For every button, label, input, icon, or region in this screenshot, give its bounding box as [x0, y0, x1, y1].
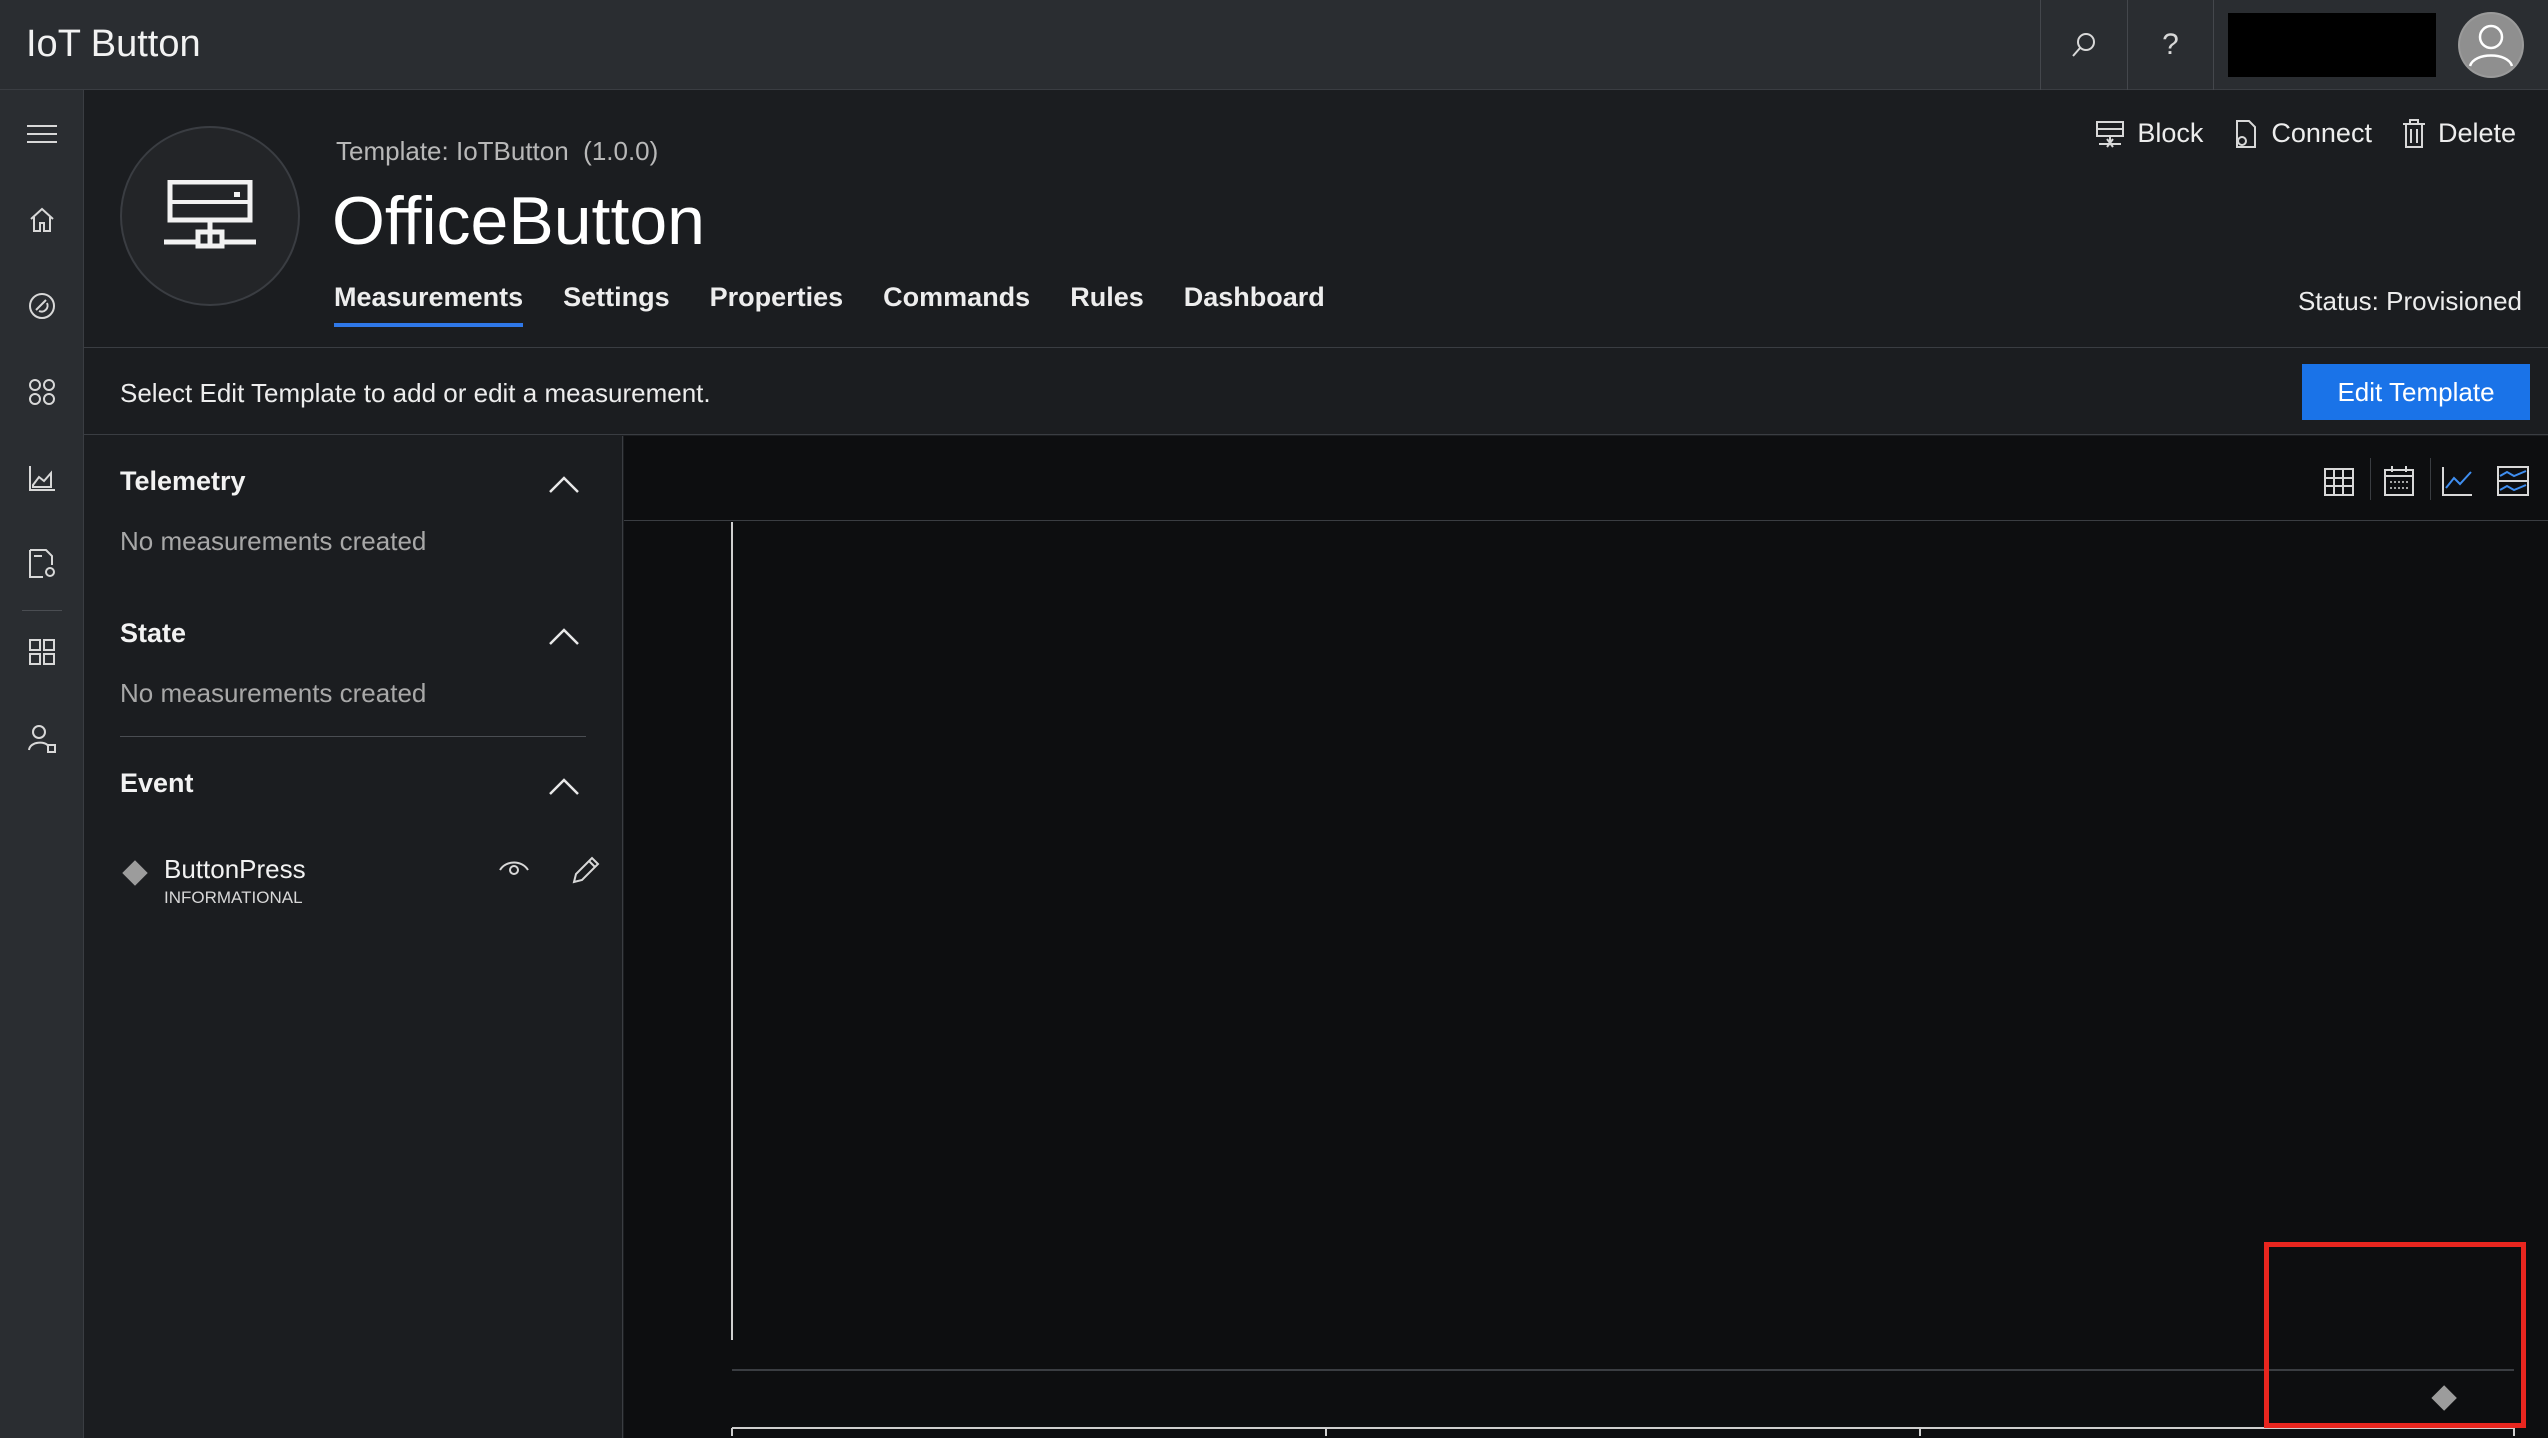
left-nav	[0, 90, 84, 1438]
event-severity: INFORMATIONAL	[164, 888, 303, 907]
info-message: Select Edit Template to add or edit a me…	[120, 378, 711, 408]
x-axis-ticks: 11:03:12 AM11:06:36 AM11:10:00 AM11:13:2…	[731, 1428, 2515, 1436]
avatar[interactable]	[2458, 11, 2524, 78]
event-marker-icon	[122, 860, 148, 886]
status-text: Status: Provisioned	[2298, 286, 2522, 317]
device-image	[120, 126, 300, 306]
tab-dashboard[interactable]: Dashboard	[1184, 282, 1325, 327]
chart-area: 11:03:12 AM11:06:36 AM11:10:00 AM11:13:2…	[624, 436, 2548, 1438]
list-item[interactable]: ButtonPress INFORMATIONAL	[120, 854, 600, 914]
block-icon	[2096, 120, 2125, 148]
block-button[interactable]: Block	[2095, 118, 2203, 149]
device-sets-icon[interactable]	[22, 372, 62, 412]
tab-measurements[interactable]: Measurements	[334, 282, 524, 327]
top-bar: IoT Button ?	[0, 0, 2548, 90]
redacted-account-area	[2228, 12, 2436, 77]
calendar-icon[interactable]	[2382, 464, 2416, 498]
trash-icon	[2402, 118, 2425, 148]
connect-icon	[2236, 119, 2257, 148]
menu-icon[interactable]	[22, 114, 62, 154]
device-icon	[164, 180, 256, 249]
chart-toolbar	[624, 436, 2548, 521]
section-divider	[120, 736, 586, 737]
device-actions: Block Connect Delete	[2065, 118, 2516, 149]
chevron-up-icon[interactable]	[544, 470, 584, 498]
state-section-title[interactable]: State	[120, 618, 186, 649]
info-bar: Select Edit Template to add or edit a me…	[84, 348, 2548, 435]
connect-button[interactable]: Connect	[2233, 118, 2372, 149]
jobs-icon[interactable]	[22, 544, 62, 584]
state-empty-text: No measurements created	[120, 678, 427, 708]
home-icon[interactable]	[22, 200, 62, 240]
connect-label: Connect	[2271, 118, 2372, 148]
pencil-icon[interactable]	[570, 854, 602, 886]
event-section-title[interactable]: Event	[120, 768, 194, 799]
status-label: Status:	[2297, 286, 2379, 316]
app-builder-icon[interactable]	[22, 632, 62, 672]
tab-commands[interactable]: Commands	[883, 282, 1030, 327]
line-chart-icon[interactable]	[2440, 464, 2474, 498]
event-timeline-chart[interactable]: 11:03:12 AM11:06:36 AM11:10:00 AM11:13:2…	[624, 522, 2548, 1438]
app-title: IoT Button	[26, 23, 201, 65]
tab-properties[interactable]: Properties	[710, 282, 844, 327]
status-badge: Provisioned	[2386, 286, 2522, 316]
highlight-box	[2264, 1242, 2526, 1428]
measurements-panel: Telemetry No measurements created State …	[84, 436, 623, 1438]
page-title: OfficeButton	[332, 183, 705, 259]
template-name: IoTButton	[455, 136, 569, 166]
telemetry-section-title[interactable]: Telemetry	[120, 466, 246, 497]
tab-bar: Measurements Settings Properties Command…	[334, 282, 1365, 327]
help-button[interactable]: ?	[2127, 0, 2214, 90]
administration-icon[interactable]	[22, 718, 62, 758]
eye-icon[interactable]	[498, 856, 530, 880]
edit-template-button[interactable]: Edit Template	[2302, 364, 2530, 420]
template-version: (1.0.0)	[583, 136, 659, 166]
tab-rules[interactable]: Rules	[1070, 282, 1144, 327]
search-icon	[2072, 32, 2095, 57]
delete-button[interactable]: Delete	[2402, 118, 2516, 149]
template-info: Template: IoTButton (1.0.0)	[336, 136, 658, 167]
toolbar-divider	[2370, 458, 2371, 500]
event-name: ButtonPress	[164, 854, 306, 884]
stacked-chart-icon[interactable]	[2496, 464, 2530, 498]
toolbar-divider	[2430, 458, 2431, 500]
nav-divider	[22, 610, 62, 611]
analytics-icon[interactable]	[22, 458, 62, 498]
chevron-up-icon[interactable]	[544, 622, 584, 650]
template-label: Template:	[336, 136, 449, 166]
block-label: Block	[2137, 118, 2204, 148]
search-button[interactable]	[2040, 0, 2127, 90]
tab-settings[interactable]: Settings	[563, 282, 670, 327]
chevron-up-icon[interactable]	[544, 772, 584, 800]
device-header: Template: IoTButton (1.0.0) OfficeButton…	[84, 90, 2548, 348]
grid-view-icon[interactable]	[2322, 464, 2356, 498]
help-icon: ?	[2162, 27, 2179, 61]
user-avatar-icon	[2460, 13, 2522, 76]
device-explorer-icon[interactable]	[22, 286, 62, 326]
delete-label: Delete	[2437, 118, 2516, 148]
telemetry-empty-text: No measurements created	[120, 526, 427, 556]
